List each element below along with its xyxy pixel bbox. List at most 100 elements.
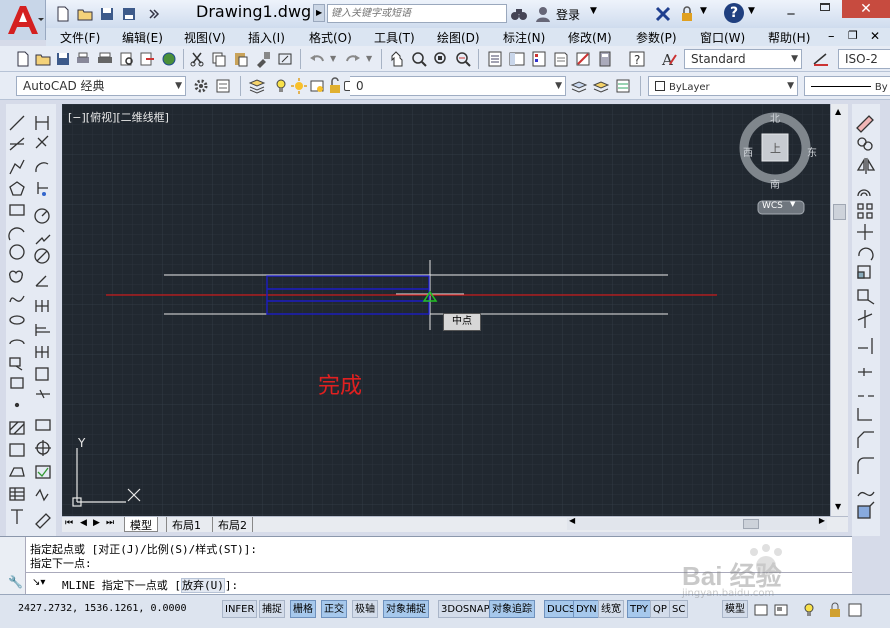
angular-dimension-icon[interactable] [35, 275, 48, 287]
erase-icon[interactable] [856, 115, 874, 133]
quick-dimension-icon[interactable] [35, 300, 49, 312]
quick-view-layouts-icon[interactable] [752, 601, 770, 619]
workspace-dropdown-icon[interactable]: ▼ [175, 77, 182, 95]
viewport-controls-label[interactable]: [−][俯视][二维线框] [68, 109, 169, 125]
annotation-icon[interactable] [800, 601, 818, 619]
properties-icon[interactable] [486, 50, 504, 68]
menu-close-icon[interactable]: ✕ [870, 29, 880, 43]
offset-icon[interactable] [857, 189, 871, 197]
dimension-break-icon[interactable] [36, 389, 50, 399]
status-toggle-1[interactable]: 捕捉 [259, 600, 285, 618]
rectangle-icon[interactable] [9, 204, 25, 216]
inspection-icon[interactable] [35, 465, 51, 479]
aligned-dimension-icon[interactable] [35, 135, 49, 149]
rotate-icon[interactable] [858, 247, 874, 261]
text-style-dropdown-icon[interactable]: ▼ [791, 50, 798, 68]
markup-icon[interactable] [574, 50, 592, 68]
plot-icon[interactable] [96, 50, 114, 68]
zoom-window-icon[interactable] [432, 50, 450, 68]
tool-palettes-icon[interactable] [530, 50, 548, 68]
quickcalc-icon[interactable] [596, 50, 614, 68]
redo-icon[interactable] [344, 50, 362, 68]
layer-unlock-icon[interactable] [326, 77, 344, 95]
status-toggle-11[interactable]: TPY [627, 600, 652, 618]
user-icon[interactable] [534, 5, 552, 23]
copy-object-icon[interactable] [857, 137, 873, 151]
color-select[interactable]: ByLayer ▼ [648, 76, 798, 96]
save-as-icon[interactable] [120, 5, 138, 23]
save-icon[interactable] [98, 5, 116, 23]
tab-prev-icon[interactable]: ◀ [80, 518, 87, 528]
menu-draw[interactable]: 绘图(D) [437, 29, 480, 46]
region-icon[interactable] [8, 467, 25, 477]
array-icon[interactable] [857, 203, 873, 219]
workspace-settings-icon[interactable] [192, 77, 210, 95]
insert-block-icon[interactable] [9, 357, 23, 371]
ordinate-dimension-icon[interactable] [37, 182, 48, 196]
workspace-select[interactable]: AutoCAD 经典 ▼ [16, 76, 186, 96]
baseline-dimension-icon[interactable] [35, 324, 50, 336]
polyline-icon[interactable] [9, 159, 25, 175]
menu-minimize-icon[interactable]: – [828, 29, 835, 44]
status-toggle-10[interactable]: 线宽 [598, 600, 624, 618]
menu-insert[interactable]: 插入(I) [248, 29, 285, 46]
vertical-scrollbar[interactable]: ▲ ▼ [830, 104, 848, 516]
minimize-button[interactable]: _ [774, 0, 808, 18]
scale-icon[interactable] [857, 265, 871, 279]
text-style-select[interactable]: Standard ▼ [684, 49, 802, 69]
table-icon[interactable] [9, 487, 25, 501]
drawing-viewport[interactable]: [−][俯视][二维线框] 北 南 西 东 上 WCS ▼ 中点 完成 Y [62, 104, 830, 516]
menu-view[interactable]: 视图(V) [184, 29, 226, 46]
undo-icon[interactable] [308, 50, 326, 68]
menu-tools[interactable]: 工具(T) [374, 29, 415, 46]
arc-icon[interactable] [8, 227, 25, 241]
lock-dropdown-icon[interactable]: ▼ [700, 6, 707, 16]
layer-state-icon[interactable] [614, 77, 632, 95]
open-file-icon[interactable] [76, 5, 94, 23]
undo-dropdown-icon[interactable]: ▼ [330, 54, 336, 63]
copy-icon[interactable] [210, 50, 228, 68]
plot-preview-icon[interactable] [118, 50, 136, 68]
linear-dimension-icon[interactable] [35, 116, 49, 130]
blend-curves-icon[interactable] [857, 491, 875, 497]
zoom-realtime-icon[interactable] [410, 50, 428, 68]
paste-icon[interactable] [232, 50, 250, 68]
tab-layout2[interactable]: 布局2 [212, 517, 253, 532]
layer-select[interactable]: 0 ▼ [350, 76, 566, 96]
make-object-layer-current-icon[interactable] [570, 77, 588, 95]
workspace-customize-icon[interactable] [214, 77, 232, 95]
dimension-space-icon[interactable] [35, 367, 49, 381]
layer-viewport-icon[interactable] [308, 77, 326, 95]
login-label[interactable]: 登录 [556, 6, 580, 23]
mirror-icon[interactable] [856, 157, 876, 174]
undo-option[interactable]: 放弃(U) [180, 578, 225, 593]
more-icon[interactable] [144, 5, 162, 23]
jogged-linear-icon[interactable] [35, 488, 49, 502]
layer-properties-icon[interactable] [248, 77, 266, 95]
tab-last-icon[interactable]: ⏭ [106, 518, 114, 528]
viewcube-north-label[interactable]: 北 [770, 110, 780, 125]
scroll-up-icon[interactable]: ▲ [835, 107, 841, 116]
hscroll-left-icon[interactable]: ◀ [569, 516, 575, 525]
wcs-dropdown-icon[interactable]: ▼ [790, 200, 795, 208]
block-editor-icon[interactable] [276, 50, 294, 68]
menu-help[interactable]: 帮助(H) [768, 29, 810, 46]
construction-line-icon[interactable] [9, 137, 25, 151]
login-dropdown-icon[interactable]: ▼ [590, 6, 597, 16]
stretch-icon[interactable] [857, 289, 875, 305]
hatch-icon[interactable] [9, 421, 25, 435]
quick-view-drawings-icon[interactable] [772, 601, 790, 619]
ellipse-icon[interactable] [9, 315, 25, 325]
exchange-icon[interactable] [654, 5, 672, 23]
status-toggle-12[interactable]: QP [650, 600, 670, 618]
viewcube-top-face[interactable]: 上 [770, 140, 781, 156]
layer-on-bulb-icon[interactable] [272, 77, 290, 95]
web-publish-icon[interactable] [160, 50, 178, 68]
dim-style-icon[interactable] [812, 50, 830, 68]
jogged-dimension-icon[interactable] [35, 234, 51, 245]
close-button[interactable]: ✕ [842, 0, 890, 18]
tab-model[interactable]: 模型 [124, 517, 158, 532]
wcs-menu[interactable]: WCS [762, 201, 783, 211]
clean-screen-icon[interactable] [846, 601, 864, 619]
status-toggle-7[interactable]: 对象追踪 [489, 600, 535, 618]
